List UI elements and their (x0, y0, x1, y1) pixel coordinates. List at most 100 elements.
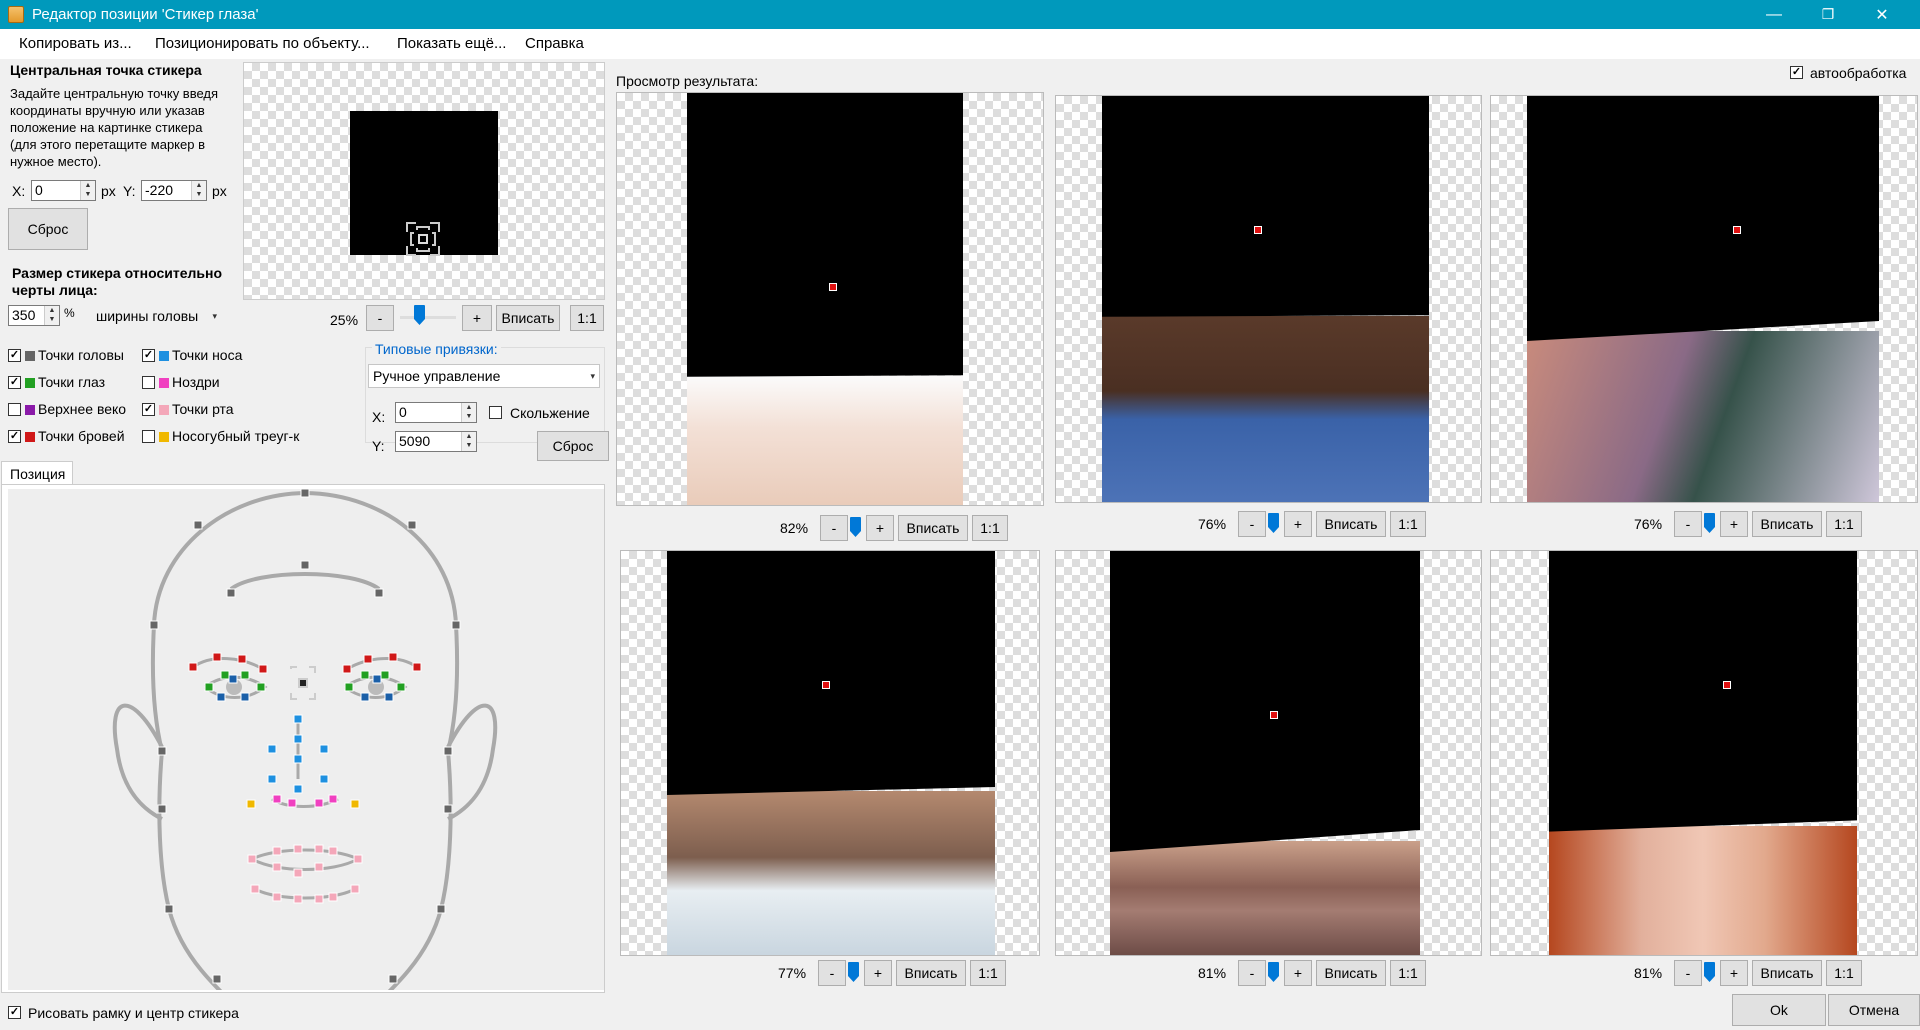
face-point[interactable] (272, 892, 282, 902)
face-point[interactable] (344, 682, 354, 692)
preview-fit-button[interactable]: Вписать (1316, 960, 1386, 986)
face-point[interactable] (240, 670, 250, 680)
sticker-center-marker-icon[interactable] (402, 218, 444, 260)
auto-process-checkbox[interactable]: ✓ (1790, 66, 1803, 79)
face-point[interactable] (293, 714, 303, 724)
preview-zoom-slider[interactable] (1268, 962, 1279, 982)
menu-position-by-object[interactable]: Позиционировать по объекту... (155, 35, 370, 52)
face-point[interactable] (388, 974, 398, 984)
face-point[interactable] (272, 862, 282, 872)
face-point[interactable] (360, 692, 370, 702)
face-point[interactable] (193, 520, 203, 530)
face-point[interactable] (314, 844, 324, 854)
points-checkbox-2[interactable]: ✓ (8, 376, 21, 389)
face-point[interactable] (353, 854, 363, 864)
face-point[interactable] (328, 892, 338, 902)
face-point[interactable] (228, 674, 238, 684)
face-point[interactable] (328, 846, 338, 856)
face-point[interactable] (380, 670, 390, 680)
face-point[interactable] (293, 868, 303, 878)
slide-checkbox[interactable] (489, 406, 502, 419)
sticker-zoom-track[interactable] (400, 316, 456, 319)
preview-fit-button[interactable]: Вписать (898, 515, 968, 541)
preview-one-to-one-button[interactable]: 1:1 (1826, 511, 1862, 537)
points-checkbox-6[interactable]: ✓ (8, 430, 21, 443)
preview-zoom-out-button[interactable]: - (1674, 511, 1702, 537)
face-point[interactable] (267, 774, 277, 784)
preview-zoom-in-button[interactable]: + (1284, 960, 1312, 986)
tab-position[interactable]: Позиция (1, 461, 73, 485)
face-point[interactable] (293, 754, 303, 764)
preview-image-red-hair-woman[interactable] (1490, 550, 1918, 956)
preview-zoom-in-button[interactable]: + (1284, 511, 1312, 537)
sticker-center-marker[interactable] (1733, 226, 1741, 234)
face-point[interactable] (258, 664, 268, 674)
face-point[interactable] (412, 662, 422, 672)
face-point[interactable] (388, 652, 398, 662)
preview-zoom-in-button[interactable]: + (864, 960, 892, 986)
face-point[interactable] (204, 682, 214, 692)
face-point[interactable] (272, 794, 282, 804)
face-point[interactable] (226, 588, 236, 598)
face-point[interactable] (300, 560, 310, 570)
face-point[interactable] (443, 746, 453, 756)
anchor-mode-select[interactable]: Ручное управление ▾ (368, 364, 600, 388)
anchor-reset-button[interactable]: Сброс (537, 431, 609, 461)
face-point[interactable] (350, 799, 360, 809)
preview-fit-button[interactable]: Вписать (1752, 511, 1822, 537)
face-point[interactable] (216, 692, 226, 702)
points-checkbox-4[interactable] (8, 403, 21, 416)
face-point[interactable] (164, 904, 174, 914)
preview-zoom-slider[interactable] (1268, 513, 1279, 533)
preview-one-to-one-button[interactable]: 1:1 (1390, 960, 1426, 986)
anchor-y-input[interactable]: 5090 ▲ ▼ (395, 431, 477, 452)
face-point[interactable] (237, 654, 247, 664)
menu-help[interactable]: Справка (525, 35, 584, 52)
preview-zoom-out-button[interactable]: - (1238, 511, 1266, 537)
close-button[interactable]: ✕ (1859, 0, 1905, 29)
minimize-button[interactable]: — (1751, 0, 1797, 29)
preview-zoom-slider[interactable] (850, 517, 861, 537)
ok-button[interactable]: Ok (1732, 994, 1826, 1026)
face-point[interactable] (240, 692, 250, 702)
preview-image-smile-woman[interactable] (616, 92, 1044, 506)
preview-image-man-beard[interactable] (620, 550, 1040, 956)
face-point[interactable] (188, 662, 198, 672)
face-point[interactable] (212, 652, 222, 662)
sticker-canvas[interactable] (243, 62, 605, 300)
points-checkbox-1[interactable]: ✓ (142, 349, 155, 362)
menu-copy-from[interactable]: Копировать из... (19, 35, 132, 52)
points-checkbox-7[interactable] (142, 430, 155, 443)
preview-image-man-blue-suit[interactable] (1055, 95, 1482, 503)
preview-zoom-in-button[interactable]: + (866, 515, 894, 541)
face-point[interactable] (372, 674, 382, 684)
face-point[interactable] (443, 804, 453, 814)
face-point[interactable] (350, 884, 360, 894)
maximize-button[interactable]: ❐ (1805, 0, 1851, 29)
anchor-x-input[interactable]: 0 ▲ ▼ (395, 402, 477, 423)
size-input[interactable]: 350 ▲ ▼ (8, 305, 60, 326)
face-point[interactable] (157, 746, 167, 756)
sticker-zoom-slider[interactable] (414, 305, 425, 325)
face-point[interactable] (363, 654, 373, 664)
sticker-zoom-in-button[interactable]: + (462, 305, 492, 331)
cancel-button[interactable]: Отмена (1828, 994, 1920, 1026)
sticker-center-marker[interactable] (822, 681, 830, 689)
preview-zoom-out-button[interactable]: - (818, 960, 846, 986)
preview-image-woman-fur[interactable] (1055, 550, 1482, 956)
face-point[interactable] (314, 894, 324, 904)
center-x-input[interactable]: 0 ▲ ▼ (31, 180, 96, 201)
face-point[interactable] (319, 774, 329, 784)
points-checkbox-5[interactable]: ✓ (142, 403, 155, 416)
sticker-one-to-one-button[interactable]: 1:1 (570, 305, 604, 331)
preview-zoom-out-button[interactable]: - (1674, 960, 1702, 986)
center-y-input[interactable]: -220 ▲ ▼ (141, 180, 207, 201)
preview-zoom-slider[interactable] (1704, 962, 1715, 982)
sticker-fit-button[interactable]: Вписать (496, 305, 560, 331)
face-point[interactable] (314, 798, 324, 808)
draw-frame-checkbox[interactable]: ✓ (8, 1006, 21, 1019)
face-point[interactable] (247, 854, 257, 864)
sticker-center-marker[interactable] (1254, 226, 1262, 234)
face-point[interactable] (328, 794, 338, 804)
face-point[interactable] (319, 744, 329, 754)
